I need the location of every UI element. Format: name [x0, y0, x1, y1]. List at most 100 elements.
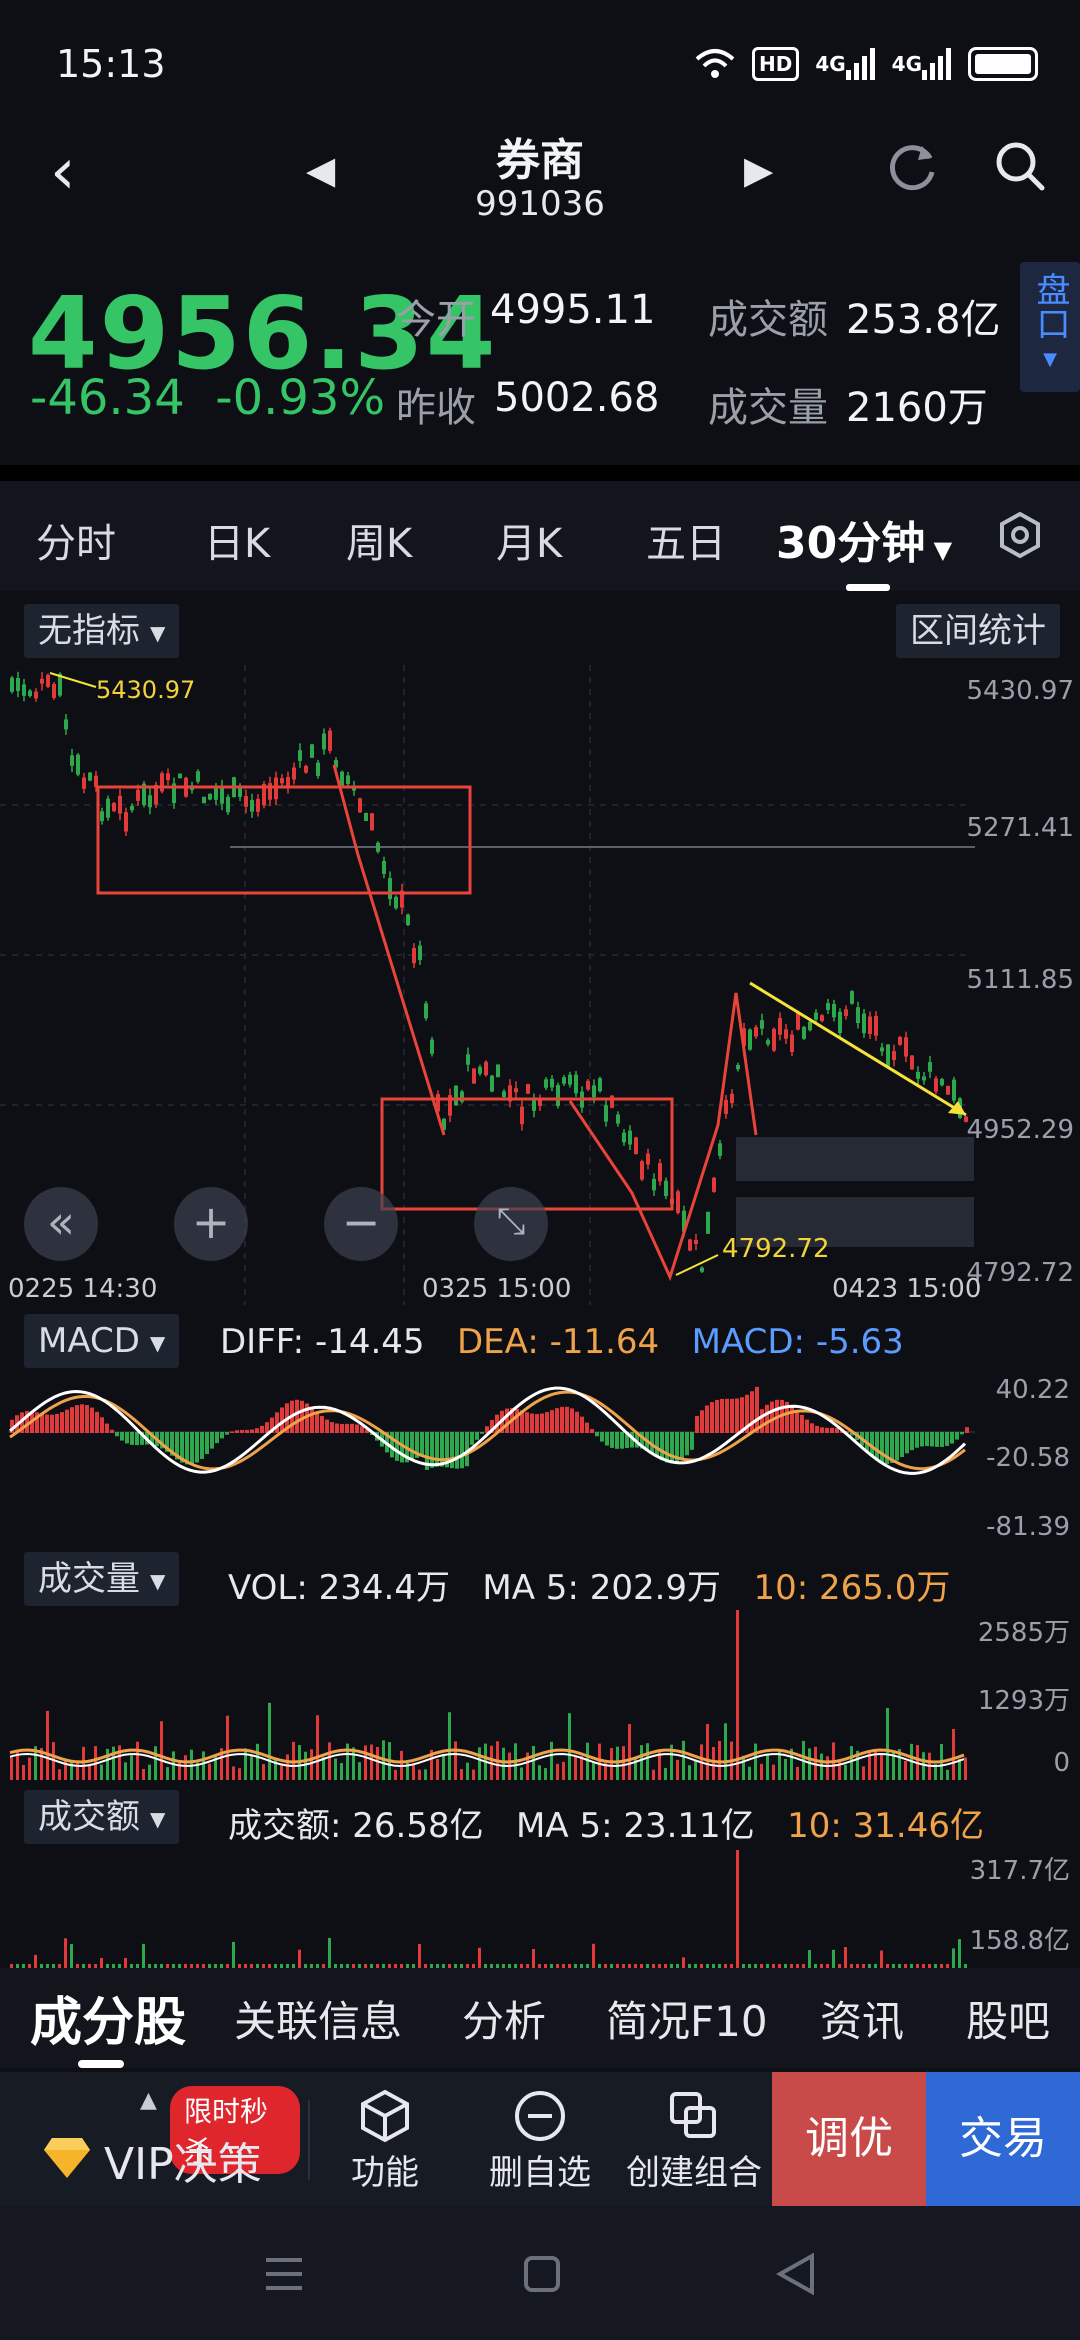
candle: [916, 1071, 920, 1079]
candle: [502, 1091, 506, 1098]
tab-components[interactable]: 成分股: [30, 1980, 186, 2055]
macd-bar: [755, 1386, 759, 1433]
volume-bar: [520, 1767, 523, 1780]
candle: [556, 1085, 560, 1107]
candle: [136, 789, 140, 801]
tab-30min[interactable]: 30分钟 ▼: [776, 507, 952, 571]
volume-bar: [130, 1755, 133, 1780]
macd-bar: [930, 1432, 934, 1447]
volume-bar: [706, 1723, 709, 1780]
candle: [598, 1078, 602, 1092]
candle: [76, 754, 80, 775]
volume-bar: [334, 1758, 337, 1780]
turnover-bar: [232, 1941, 235, 1968]
macd-bar: [825, 1427, 829, 1433]
candle: [10, 677, 14, 692]
macd-bar: [620, 1432, 624, 1449]
macd-bar: [910, 1432, 914, 1451]
tab-news[interactable]: 资讯: [820, 1988, 904, 2049]
tab-f10[interactable]: 简况F10: [606, 1988, 768, 2049]
macd-bar: [895, 1432, 899, 1461]
macd-bar: [955, 1432, 959, 1440]
zoom-in-button[interactable]: +: [174, 1187, 248, 1261]
trade-button[interactable]: 交易: [926, 2072, 1080, 2206]
menu-icon[interactable]: [262, 2254, 306, 2294]
macd-bar: [810, 1423, 814, 1433]
turnover-select[interactable]: 成交额 ▼: [24, 1790, 180, 1844]
range-stats-button[interactable]: 区间统计: [896, 604, 1060, 658]
candle: [658, 1163, 662, 1182]
macd-bar: [60, 1412, 64, 1433]
function-button[interactable]: 功能: [330, 2072, 440, 2206]
detail-tabs: 成分股 关联信息 分析 简况F10 资讯 股吧: [0, 1968, 1080, 2068]
remove-watchlist-button[interactable]: 删自选: [470, 2072, 610, 2206]
volume-bar: [784, 1758, 787, 1780]
candle: [814, 1012, 818, 1020]
tab-weekly-k[interactable]: 周K: [346, 511, 412, 569]
volume-bar: [328, 1742, 331, 1780]
macd-bar: [925, 1432, 929, 1447]
tab-forum[interactable]: 股吧: [966, 1988, 1050, 2049]
macd-axis-label: 40.22: [995, 1375, 1070, 1405]
volume-bar: [664, 1767, 667, 1780]
volume-bar: [640, 1745, 643, 1780]
macd-bar: [815, 1425, 819, 1433]
macd-bar: [725, 1398, 729, 1433]
volume-bar: [376, 1746, 379, 1780]
macd-bar: [475, 1432, 479, 1440]
volume-bar: [424, 1769, 427, 1780]
macd-bar: [545, 1412, 549, 1433]
turnover-bar: [328, 1938, 331, 1968]
macd-bar: [920, 1432, 924, 1447]
macd-bar: [820, 1427, 824, 1433]
tab-monthly-k[interactable]: 月K: [496, 511, 562, 569]
macd-bar: [470, 1432, 474, 1445]
macd-bar: [125, 1432, 129, 1444]
home-icon[interactable]: [520, 2252, 564, 2296]
vip-button[interactable]: ▲ 限时秒杀 VIP决策: [0, 2072, 300, 2206]
macd-bar: [310, 1407, 314, 1433]
tab-five-day[interactable]: 五日: [646, 511, 726, 569]
tab-related-info[interactable]: 关联信息: [234, 1988, 402, 2049]
candle: [868, 1016, 872, 1035]
turnover-bar: [808, 1950, 811, 1968]
search-icon[interactable]: [992, 138, 1048, 194]
candle: [166, 773, 170, 781]
candle: [790, 1034, 794, 1052]
create-combo-button[interactable]: 创建组合: [616, 2072, 772, 2206]
scroll-left-button[interactable]: «: [24, 1187, 98, 1261]
tab-daily-k[interactable]: 日K: [204, 511, 270, 569]
volume-bar: [502, 1747, 505, 1780]
macd-bar: [195, 1432, 199, 1463]
volume-select[interactable]: 成交量 ▼: [24, 1552, 180, 1606]
candle: [574, 1074, 578, 1094]
fullscreen-button[interactable]: ⤡: [474, 1187, 548, 1261]
volume-bar: [946, 1769, 949, 1780]
volume-bar: [826, 1756, 829, 1780]
pankou-button[interactable]: 盘口 ▼: [1020, 262, 1080, 392]
macd-select[interactable]: MACD ▼: [24, 1314, 180, 1368]
candle: [820, 1015, 824, 1022]
candle: [568, 1074, 572, 1085]
back-nav-icon[interactable]: [774, 2250, 818, 2298]
candle: [178, 773, 182, 779]
refresh-icon[interactable]: [884, 138, 940, 194]
volume-bar: [286, 1754, 289, 1780]
gear-icon[interactable]: [996, 511, 1044, 559]
annotation-box: [96, 785, 472, 895]
candle: [466, 1054, 470, 1065]
candle: [496, 1064, 500, 1078]
macd-bar: [610, 1432, 614, 1448]
volume-bar: [172, 1751, 175, 1780]
zoom-out-button[interactable]: −: [324, 1187, 398, 1261]
candle: [112, 802, 116, 812]
indicator-select[interactable]: 无指标 ▼: [24, 604, 180, 658]
macd-bar: [830, 1427, 834, 1433]
tab-intraday[interactable]: 分时: [36, 511, 116, 569]
macd-bar: [245, 1429, 249, 1433]
turnover-bar: [418, 1943, 421, 1968]
volume-bar: [544, 1768, 547, 1780]
optimize-button[interactable]: 调优: [772, 2072, 926, 2206]
tab-analysis[interactable]: 分析: [462, 1988, 546, 2049]
candle: [628, 1130, 632, 1145]
